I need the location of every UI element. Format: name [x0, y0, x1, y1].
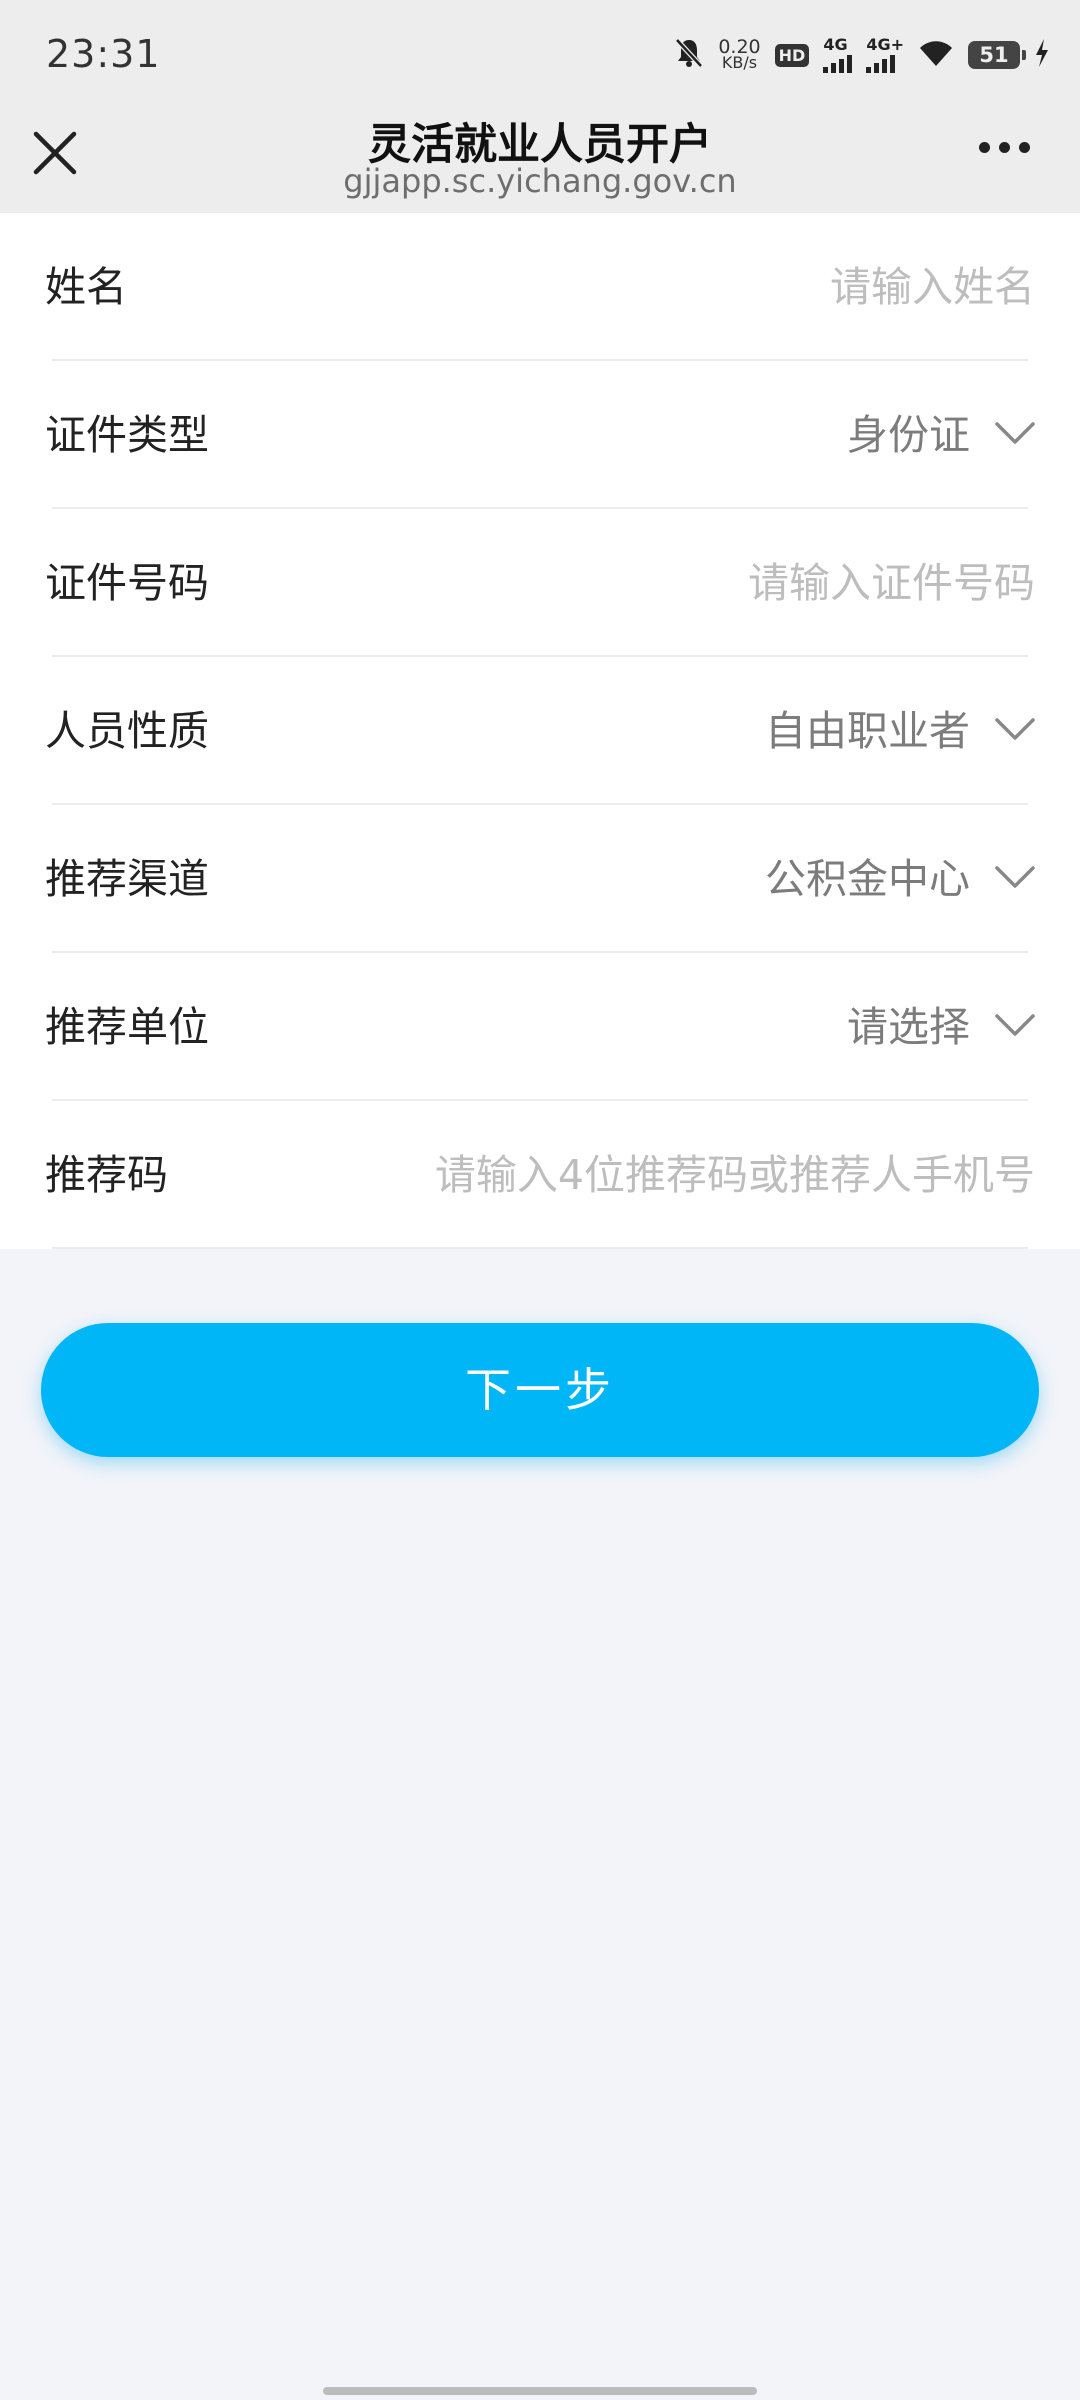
channel-row[interactable]: 推荐渠道 公积金中心 — [0, 805, 1080, 953]
home-indicator[interactable] — [323, 2387, 757, 2395]
more-dot — [999, 142, 1010, 153]
channel-select[interactable]: 公积金中心 — [765, 805, 970, 953]
charging-icon — [1034, 38, 1050, 72]
unit-label: 推荐单位 — [45, 1003, 209, 1051]
ref-code-input[interactable] — [415, 1101, 1035, 1249]
page-url: gjjapp.sc.yichang.gov.cn — [343, 162, 737, 200]
unit-select[interactable]: 请选择 — [847, 953, 970, 1101]
account-form: 姓名 证件类型 身份证 证件号码 人员性质 自由职业者 推荐渠道 公积金中心 推… — [0, 213, 1080, 1249]
more-dot — [1019, 142, 1030, 153]
id-number-label: 证件号码 — [45, 559, 209, 607]
battery-icon: 51 — [968, 41, 1026, 69]
signal-icon: 4G — [823, 35, 853, 73]
name-row: 姓名 — [0, 213, 1080, 361]
signal-label: 4G — [823, 35, 848, 54]
person-type-label: 人员性质 — [45, 707, 209, 755]
name-input[interactable] — [415, 213, 1035, 361]
chevron-down-icon[interactable] — [994, 863, 1036, 891]
id-number-input[interactable] — [415, 509, 1035, 657]
chevron-down-icon[interactable] — [994, 715, 1036, 743]
mute-bell-icon — [674, 37, 704, 73]
chevron-down-icon[interactable] — [994, 419, 1036, 447]
signal-icon-2: 4G+ — [866, 37, 904, 73]
hd-badge: HD — [774, 43, 810, 67]
person-type-row[interactable]: 人员性质 自由职业者 — [0, 657, 1080, 805]
status-icons: 0.20 KB/s HD 4G 4G+ 51 — [674, 30, 1050, 80]
ref-code-row: 推荐码 — [0, 1101, 1080, 1249]
id-type-label: 证件类型 — [45, 411, 209, 459]
status-time: 23:31 — [46, 32, 161, 76]
ref-code-label: 推荐码 — [45, 1151, 168, 1199]
signal-label-2: 4G+ — [866, 35, 904, 54]
net-speed: 0.20 KB/s — [718, 38, 760, 72]
net-speed-unit: KB/s — [721, 53, 758, 72]
nav-bar: 灵活就业人员开户 gjjapp.sc.yichang.gov.cn — [0, 110, 1080, 213]
more-dot — [979, 142, 990, 153]
status-bar: 23:31 0.20 KB/s HD 4G 4G+ 51 — [0, 0, 1080, 110]
id-type-select[interactable]: 身份证 — [847, 361, 970, 509]
id-type-row[interactable]: 证件类型 身份证 — [0, 361, 1080, 509]
name-label: 姓名 — [45, 263, 127, 311]
chevron-down-icon[interactable] — [994, 1011, 1036, 1039]
unit-row[interactable]: 推荐单位 请选择 — [0, 953, 1080, 1101]
id-number-row: 证件号码 — [0, 509, 1080, 657]
person-type-select[interactable]: 自由职业者 — [765, 657, 970, 805]
wifi-icon — [918, 38, 954, 72]
more-button[interactable] — [979, 142, 1030, 153]
next-step-button[interactable]: 下一步 — [41, 1323, 1039, 1457]
channel-label: 推荐渠道 — [45, 855, 209, 903]
